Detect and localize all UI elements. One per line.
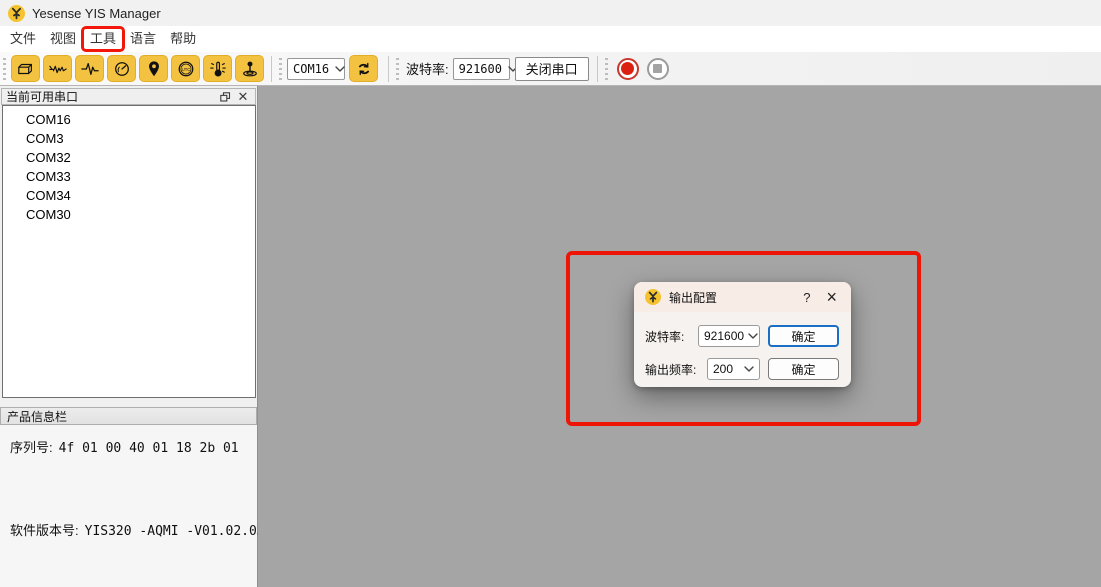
gauge-icon[interactable] [107, 55, 136, 82]
toolbar-grip[interactable] [3, 58, 6, 80]
toolbar-separator [271, 56, 272, 82]
refresh-arrows-icon[interactable] [349, 55, 378, 82]
product-info-header: 产品信息栏 [0, 407, 257, 425]
product-info-body: 序列号: 4f 01 00 40 01 18 2b 01 软件版本号: YIS3… [0, 425, 257, 587]
dialog-body: 波特率: 921600 确定 输出频率: 200 确定 [634, 312, 851, 380]
dialog-baud-row: 波特率: 921600 确定 [645, 325, 839, 347]
dialog-titlebar[interactable]: 输出配置 ? × [634, 282, 851, 312]
record-dot-icon [621, 62, 634, 75]
pulse-wave-icon[interactable] [75, 55, 104, 82]
utc-clock-icon[interactable]: UTC [171, 55, 200, 82]
dialog-freq-ok-button[interactable]: 确定 [768, 358, 839, 380]
menu-item-file[interactable]: 文件 [3, 28, 43, 50]
com-port-select[interactable]: COM16 [287, 58, 345, 80]
dialog-title: 输出配置 [669, 289, 717, 306]
software-version-value: YIS320 -AQMI -V01.02.03; [85, 524, 273, 539]
close-serial-port-button[interactable]: 关闭串口 [515, 57, 589, 81]
dialog-freq-select[interactable]: 200 [707, 358, 760, 380]
list-item-port[interactable]: COM3 [3, 129, 255, 148]
list-item-port[interactable]: COM33 [3, 167, 255, 186]
serial-port-list: COM16 COM3 COM32 COM33 COM34 COM30 [2, 105, 256, 398]
dialog-baud-label: 波特率: [645, 328, 684, 345]
serial-number-label: 序列号: [10, 437, 53, 456]
dialog-freq-label: 输出频率: [645, 361, 696, 378]
toolbar-grip[interactable] [605, 58, 608, 80]
chevron-down-icon [740, 366, 754, 372]
dialog-baud-select[interactable]: 921600 [698, 325, 760, 347]
window-titlebar: Yesense YIS Manager [0, 0, 1101, 26]
chevron-down-icon [744, 333, 758, 339]
serial-ports-panel-title: 当前可用串口 [6, 88, 78, 105]
dialog-freq-row: 输出频率: 200 确定 [645, 358, 839, 380]
dialog-freq-value: 200 [713, 362, 733, 376]
baud-rate-label: 波特率: [406, 59, 449, 78]
stop-button[interactable] [647, 58, 669, 80]
window-title: Yesense YIS Manager [32, 6, 161, 21]
baud-rate-value: 921600 [459, 62, 502, 76]
app-logo-icon [8, 5, 25, 22]
menu-item-language[interactable]: 语言 [123, 28, 163, 50]
toolbar-separator [388, 56, 389, 82]
list-item-port[interactable]: COM32 [3, 148, 255, 167]
cube-3d-icon[interactable] [11, 55, 40, 82]
close-panel-icon[interactable]: ✕ [234, 90, 252, 104]
attitude-wave-icon[interactable] [43, 55, 72, 82]
software-version-label: 软件版本号: [10, 520, 79, 539]
toolbar-separator [597, 56, 598, 82]
app-logo-icon [645, 289, 661, 305]
serial-number-value: 4f 01 00 40 01 18 2b 01 [59, 441, 239, 456]
dialog-baud-ok-button[interactable]: 确定 [768, 325, 839, 347]
thermometer-icon[interactable] [203, 55, 232, 82]
toolbar-grip[interactable] [396, 58, 399, 80]
menu-item-view[interactable]: 视图 [43, 28, 83, 50]
svg-text:UTC: UTC [181, 66, 189, 71]
dialog-baud-value: 921600 [704, 329, 744, 343]
joystick-icon[interactable] [235, 55, 264, 82]
dialog-help-button[interactable]: ? [791, 290, 822, 305]
chevron-down-icon [329, 66, 345, 72]
toolbar-grip[interactable] [279, 58, 282, 80]
output-config-dialog: 输出配置 ? × 波特率: 921600 确定 输出频率: 200 确定 [634, 282, 851, 387]
list-item-port[interactable]: COM34 [3, 186, 255, 205]
float-panel-icon[interactable] [216, 90, 234, 104]
baud-rate-select[interactable]: 921600 [453, 58, 510, 80]
dialog-close-icon[interactable]: × [822, 288, 841, 306]
left-dock-panel: 当前可用串口 ✕ COM16 COM3 COM32 COM33 COM34 CO… [0, 86, 258, 587]
record-button[interactable] [617, 58, 639, 80]
list-item-port[interactable]: COM16 [3, 110, 255, 129]
toolbar: UTC COM16 波特率: 921600 [0, 52, 1101, 86]
com-port-value: COM16 [293, 62, 329, 76]
menu-bar: 文件 视图 工具 语言 帮助 [0, 26, 1101, 52]
menu-item-help[interactable]: 帮助 [163, 28, 203, 50]
stop-square-icon [653, 64, 662, 73]
location-pin-icon[interactable] [139, 55, 168, 82]
menu-item-tools[interactable]: 工具 [83, 28, 123, 50]
list-item-port[interactable]: COM30 [3, 205, 255, 224]
serial-ports-panel-header: 当前可用串口 ✕ [1, 88, 256, 105]
